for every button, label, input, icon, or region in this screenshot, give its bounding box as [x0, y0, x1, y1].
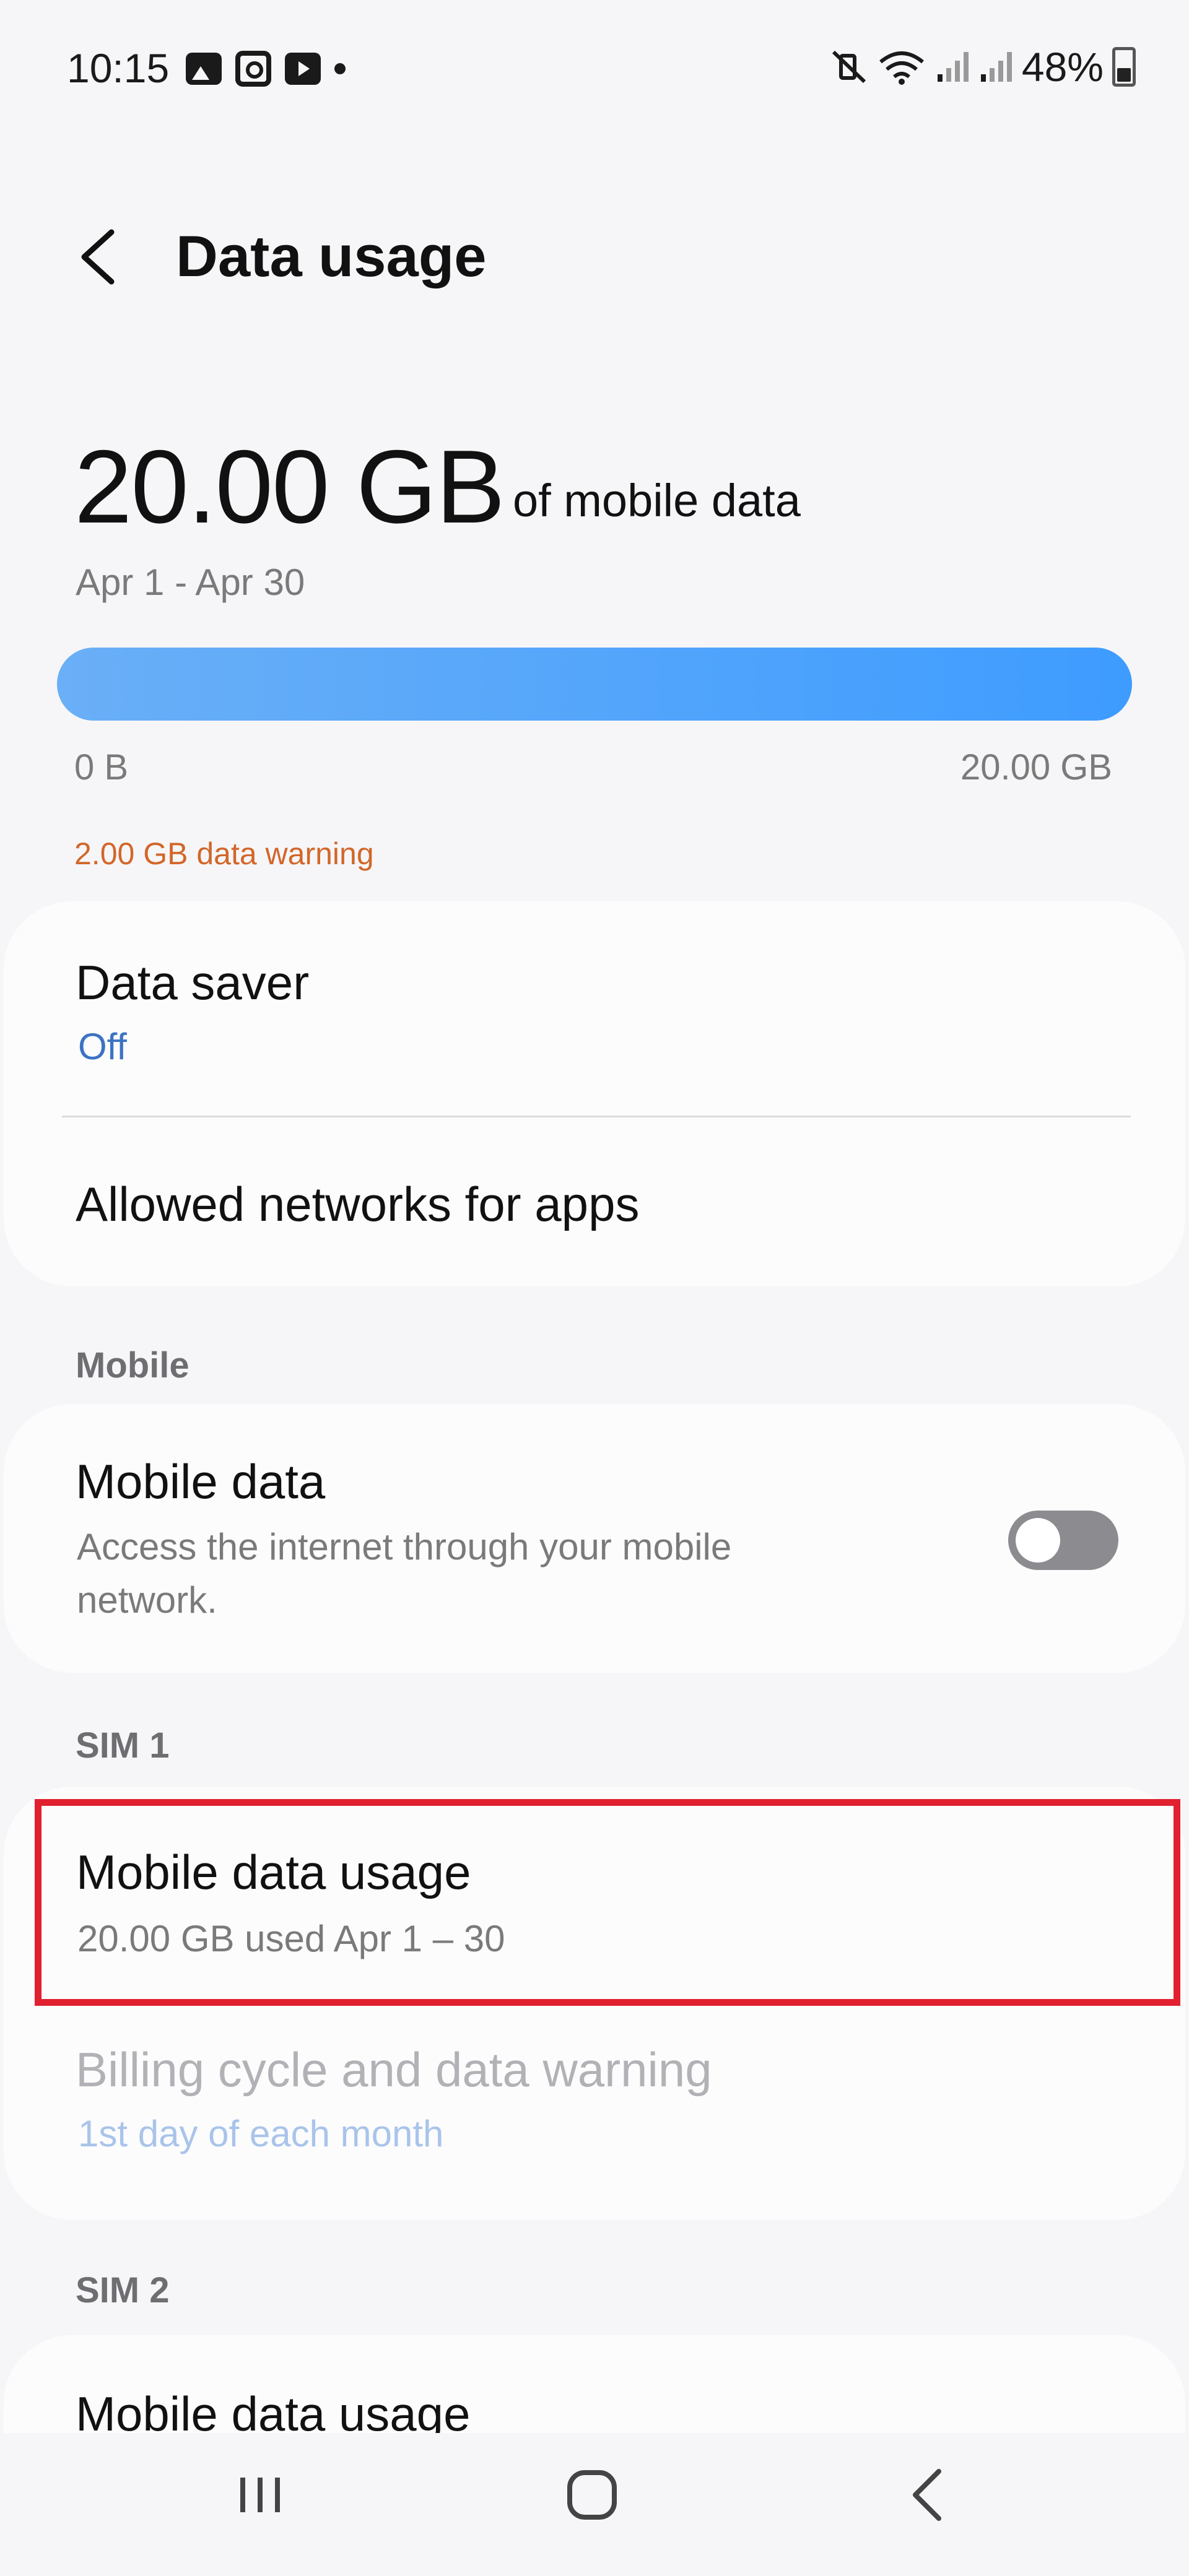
- sim1-mobile-data-usage-item[interactable]: Mobile data usage 20.00 GB used Apr 1 – …: [35, 1799, 1180, 2006]
- notification-dot-icon: [334, 63, 346, 74]
- mobile-data-toggle[interactable]: [1008, 1511, 1118, 1570]
- home-icon: [567, 2470, 617, 2520]
- section-label-mobile: Mobile: [76, 1345, 189, 1386]
- section-label-sim1: SIM 1: [76, 1725, 170, 1766]
- mobile-data-subtitle-line1: Access the internet through your mobile: [77, 1526, 732, 1568]
- billing-cycle-item[interactable]: Billing cycle and data warning 1st day o…: [4, 2022, 1185, 2208]
- youtube-icon: [285, 53, 321, 85]
- toggle-knob: [1016, 1518, 1060, 1563]
- divider: [62, 1116, 1131, 1117]
- data-saver-item[interactable]: Data saver Off: [4, 901, 1185, 1112]
- usage-suffix: of mobile data: [513, 475, 801, 526]
- allowed-networks-item[interactable]: Allowed networks for apps: [4, 1118, 1185, 1286]
- wifi-icon: [879, 51, 924, 85]
- mobile-data-item[interactable]: Mobile data Access the internet through …: [4, 1404, 1185, 1673]
- signal-sim1-icon: [937, 52, 969, 82]
- billing-cycle-title: Billing cycle and data warning: [76, 2042, 712, 2097]
- home-button[interactable]: [555, 2458, 629, 2532]
- gallery-icon: [186, 53, 222, 85]
- usage-progress-fill: [57, 648, 1132, 721]
- billing-cycle-subtitle: 1st day of each month: [78, 2113, 444, 2154]
- mobile-data-card: Mobile data Access the internet through …: [4, 1404, 1185, 1673]
- mobile-data-subtitle-line2: network.: [77, 1579, 217, 1621]
- usage-bar-min-label: 0 B: [74, 747, 129, 787]
- usage-progress-bar: [57, 648, 1132, 721]
- battery-icon: [1112, 47, 1136, 87]
- back-icon: [913, 2469, 941, 2521]
- data-saver-title: Data saver: [76, 955, 310, 1010]
- sim1-mobile-data-usage-title: Mobile data usage: [76, 1845, 471, 1899]
- allowed-networks-title: Allowed networks for apps: [76, 1177, 640, 1231]
- back-button[interactable]: [68, 223, 130, 291]
- instagram-icon: [235, 51, 271, 87]
- data-warning-label: 2.00 GB data warning: [74, 836, 374, 871]
- signal-sim2-icon: [980, 52, 1012, 82]
- recents-button[interactable]: [223, 2458, 297, 2532]
- status-time: 10:15: [67, 45, 170, 91]
- usage-amount: 20.00 GB: [74, 428, 505, 545]
- data-saver-card: Data saver Off Allowed networks for apps: [4, 901, 1185, 1286]
- battery-percent: 48%: [1021, 44, 1104, 90]
- mobile-data-title: Mobile data: [76, 1454, 326, 1509]
- page-title: Data usage: [176, 223, 487, 288]
- usage-bar-max-label: 20.00 GB: [960, 747, 1112, 787]
- usage-period: Apr 1 - Apr 30: [76, 562, 305, 603]
- back-chevron-icon: [81, 229, 115, 285]
- navigation-bar: [0, 2433, 1189, 2576]
- recents-icon: [240, 2478, 280, 2512]
- mute-vibrate-icon: [832, 50, 866, 84]
- status-system-icons: 48%: [830, 43, 1136, 90]
- section-label-sim2: SIM 2: [76, 2270, 170, 2310]
- data-saver-value: Off: [78, 1026, 127, 1067]
- sim1-mobile-data-usage-subtitle: 20.00 GB used Apr 1 – 30: [77, 1918, 505, 1959]
- nav-back-button[interactable]: [892, 2458, 966, 2532]
- status-notification-icons: [186, 51, 346, 87]
